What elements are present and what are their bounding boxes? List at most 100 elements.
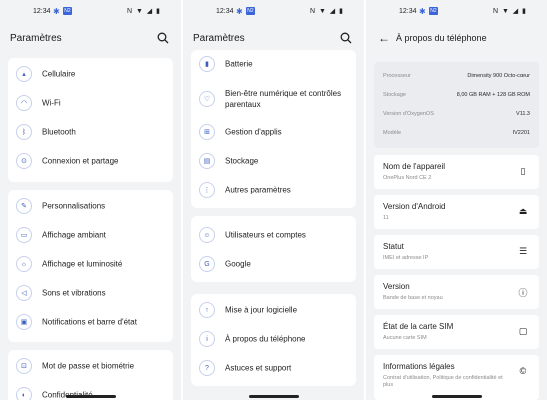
item-label: Autres paramètres bbox=[225, 185, 291, 195]
detail-sim-status[interactable]: État de la carte SIM Aucune carte SIM ▢ bbox=[374, 315, 539, 349]
item-label: Batterie bbox=[225, 59, 253, 69]
sound-icon: ◁ bbox=[16, 285, 32, 301]
item-label: Mot de passe et biométrie bbox=[42, 361, 135, 371]
info-value: V11.3 bbox=[516, 111, 530, 117]
detail-title: Informations légales bbox=[383, 362, 455, 371]
settings-item-personalization[interactable]: ✎ Personnalisations bbox=[8, 192, 173, 220]
detail-title: Nom de l'appareil bbox=[383, 162, 446, 171]
header: Paramètres bbox=[183, 28, 364, 50]
settings-item-bluetooth[interactable]: ᛒ Bluetooth bbox=[8, 118, 173, 146]
settings-item-help[interactable]: ? Astuces et support bbox=[191, 354, 356, 382]
settings-group-security: ⊡Mot de passe et biométrie ◐Confidential… bbox=[8, 350, 173, 400]
item-label: Bluetooth bbox=[42, 127, 76, 137]
gear-icon: ✱ bbox=[53, 7, 60, 16]
settings-item-google[interactable]: G Google bbox=[191, 250, 356, 278]
info-key: Processeur bbox=[383, 73, 411, 79]
device-info-card: Processeur Dimensity 900 Octo-cœur Stocka… bbox=[374, 62, 539, 148]
gear-icon: ✱ bbox=[419, 7, 426, 16]
wellbeing-icon: ♡ bbox=[199, 91, 215, 107]
sim-card-icon: ▢ bbox=[518, 326, 528, 336]
status-badge: N2 bbox=[429, 7, 438, 15]
home-indicator[interactable] bbox=[431, 395, 482, 398]
info-row-model: Modèle IV2201 bbox=[383, 124, 530, 142]
settings-group-display: ✎ Personnalisations ▭ Affichage ambiant ☼ A… bbox=[8, 190, 173, 342]
home-indicator[interactable] bbox=[248, 395, 299, 398]
settings-item-connection-sharing[interactable]: ⊙ Connexion et partage bbox=[8, 147, 173, 175]
settings-item-wellbeing[interactable]: ♡ Bien-être numérique et contrôles parent… bbox=[191, 81, 356, 117]
ambient-icon: ▭ bbox=[16, 227, 32, 243]
wifi-icon: ◠ bbox=[16, 95, 32, 111]
detail-legal-info[interactable]: Informations légales Contrat d'utilisatio… bbox=[374, 355, 539, 400]
list-icon: ☰ bbox=[518, 246, 528, 256]
detail-version[interactable]: Version Bande de base et noyau ⓘ bbox=[374, 275, 539, 309]
detail-subtitle: Contrat d'utilisation, Politique de conf… bbox=[383, 375, 503, 388]
home-indicator[interactable] bbox=[65, 395, 116, 398]
apps-icon: ⊞ bbox=[199, 124, 215, 140]
status-icons: N ▼ ◢ ▮ bbox=[309, 8, 344, 15]
settings-item-notifications[interactable]: ▣ Notifications et barre d'état bbox=[8, 308, 173, 336]
info-value: 8,00 GB RAM + 128 GB ROM bbox=[456, 92, 530, 98]
settings-item-other[interactable]: ⋮ Autres paramètres bbox=[191, 176, 356, 204]
settings-group-device: ▮ Batterie ♡ Bien-être numérique et contrô… bbox=[191, 50, 356, 208]
brightness-icon: ☼ bbox=[16, 256, 32, 272]
lock-icon: ⊡ bbox=[16, 358, 32, 374]
back-arrow-icon[interactable]: ← bbox=[378, 31, 390, 45]
storage-icon: ▤ bbox=[199, 153, 215, 169]
settings-item-about[interactable]: i À propos du téléphone bbox=[191, 325, 356, 353]
phone-icon: ▯ bbox=[520, 166, 526, 176]
item-label: Sons et vibrations bbox=[42, 288, 106, 298]
status-badge: N2 bbox=[63, 7, 72, 15]
item-label: Affichage ambiant bbox=[42, 230, 106, 240]
settings-item-display[interactable]: ☼ Affichage et luminosité bbox=[8, 250, 173, 278]
bluetooth-icon: ᛒ bbox=[16, 124, 32, 140]
brush-icon: ✎ bbox=[16, 198, 32, 214]
about-phone-panel: 12:34 ✱ N2 N ▼ ◢ ▮ ← À propos du télépho… bbox=[366, 0, 547, 400]
account-icon: ☺ bbox=[199, 227, 215, 243]
detail-title: État de la carte SIM bbox=[383, 322, 454, 331]
settings-item-ambient[interactable]: ▭ Affichage ambiant bbox=[8, 221, 173, 249]
settings-panel-1: 12:34 ✱ N2 N ▼ ◢ ▮ Paramètres ▴ Cellulair… bbox=[0, 0, 181, 400]
item-label: Notifications et barre d'état bbox=[42, 317, 137, 327]
info-row-os-version: Version d'OxygenOS V11.3 bbox=[383, 105, 530, 123]
item-label: À propos du téléphone bbox=[225, 334, 306, 344]
detail-status[interactable]: Statut IMEI et adresse IP ☰ bbox=[374, 235, 539, 269]
settings-panel-2: 12:34 ✱ N2 N ▼ ◢ ▮ Paramètres ▮ Batterie … bbox=[183, 0, 364, 400]
detail-title: Version bbox=[383, 282, 410, 291]
copyright-icon: © bbox=[519, 366, 527, 376]
settings-item-update[interactable]: ↑ Mise à jour logicielle bbox=[191, 296, 356, 324]
status-icons: N ▼ ◢ ▮ bbox=[126, 8, 161, 15]
info-key: Stockage bbox=[383, 92, 406, 98]
search-icon[interactable] bbox=[157, 32, 169, 44]
settings-item-wifi[interactable]: ◠ Wi-Fi bbox=[8, 89, 173, 117]
settings-item-storage[interactable]: ▤ Stockage bbox=[191, 147, 356, 175]
settings-item-apps[interactable]: ⊞ Gestion d'applis bbox=[191, 118, 356, 146]
status-time: 12:34 bbox=[216, 8, 234, 15]
google-icon: G bbox=[199, 256, 215, 272]
settings-group-network: ▴ Cellulaire ◠ Wi-Fi ᛒ Bluetooth ⊙ Connexion… bbox=[8, 58, 173, 182]
settings-item-accounts[interactable]: ☺ Utilisateurs et comptes bbox=[191, 221, 356, 249]
signal-icon: ▴ bbox=[16, 66, 32, 82]
info-value: Dimensity 900 Octo-cœur bbox=[467, 73, 530, 79]
status-badge: N2 bbox=[246, 7, 255, 15]
settings-item-password[interactable]: ⊡ Mot de passe et biométrie bbox=[8, 352, 173, 380]
update-icon: ↑ bbox=[199, 302, 215, 318]
item-label: Astuces et support bbox=[225, 363, 292, 373]
detail-android-version[interactable]: Version d'Android 11 ⏏ bbox=[374, 195, 539, 229]
info-row-processor: Processeur Dimensity 900 Octo-cœur bbox=[383, 67, 530, 85]
info-key: Version d'OxygenOS bbox=[383, 111, 434, 117]
detail-title: Version d'Android bbox=[383, 202, 446, 211]
help-icon: ? bbox=[199, 360, 215, 376]
item-label: Affichage et luminosité bbox=[42, 259, 123, 269]
gear-icon: ✱ bbox=[236, 7, 243, 16]
search-icon[interactable] bbox=[340, 32, 352, 44]
battery-icon: ▮ bbox=[199, 56, 215, 72]
status-icons: N ▼ ◢ ▮ bbox=[492, 8, 527, 15]
status-bar: 12:34 ✱ N2 N ▼ ◢ ▮ bbox=[366, 7, 547, 19]
detail-device-name[interactable]: Nom de l'appareil OnePlus Nord CE 2 ▯ bbox=[374, 155, 539, 189]
settings-item-cellular[interactable]: ▴ Cellulaire bbox=[8, 60, 173, 88]
item-label: Connexion et partage bbox=[42, 156, 119, 166]
settings-item-battery[interactable]: ▮ Batterie bbox=[191, 50, 356, 78]
settings-item-sound[interactable]: ◁ Sons et vibrations bbox=[8, 279, 173, 307]
detail-subtitle: 11 bbox=[383, 215, 389, 221]
status-bar: 12:34 ✱ N2 N ▼ ◢ ▮ bbox=[0, 7, 181, 19]
